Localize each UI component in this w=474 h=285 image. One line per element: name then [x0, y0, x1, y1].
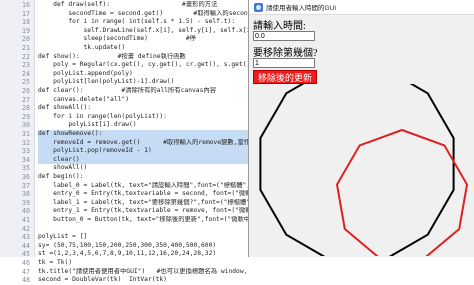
code-line[interactable]: label_1 = Label(tk, text="要移除第幾個?",font=…: [38, 199, 248, 208]
code-line[interactable]: secondTime = second.get() #取得輸入的second變數…: [38, 10, 248, 19]
code-line[interactable]: polyList[len(polyList)-1].draw(): [38, 78, 248, 87]
line-number: 24: [22, 69, 30, 78]
code-line[interactable]: poly = Regular(cx.get(), cy.get(), cr.ge…: [38, 61, 248, 70]
code-line[interactable]: def clear(): #清除所有的all所有canvas內容: [38, 87, 248, 96]
code-line[interactable]: sy= (50,75,100,150,200,250,300,350,400,5…: [38, 242, 248, 251]
line-number: 30: [22, 121, 30, 130]
time-entry[interactable]: 0.0: [253, 31, 315, 41]
line-number: 18: [22, 18, 30, 27]
line-number: 31: [22, 130, 30, 138]
remove-label: 要移除第幾個?: [253, 48, 318, 59]
line-number: 38: [22, 190, 30, 199]
line-number: 39: [22, 198, 30, 207]
code-line[interactable]: button_0 = Button(tk, text="移除後的更新",font…: [38, 216, 248, 225]
code-line[interactable]: st =(1,2,3,4,5,6,7,8,9,10,11,12,16,20,24…: [38, 250, 248, 259]
line-number: 26: [22, 87, 30, 95]
tk-feather-icon: [254, 2, 263, 12]
code-line[interactable]: polyList.append(poly): [38, 70, 248, 79]
line-number: 48: [22, 276, 30, 285]
tk-window[interactable]: 請使用者輸入時間的GUI 請輸入時間: 0.0 要移除第幾個? 1 移除後的更新: [248, 0, 474, 257]
code-line[interactable]: def showRemove():: [38, 130, 248, 139]
code-line[interactable]: for i in range( int(self.s * 1.5) - self…: [38, 18, 248, 27]
code-editor[interactable]: 16 17 18 19 20 21 22 23 24 25 26 27 28 29 30 31 32 33 34 35…: [0, 0, 248, 284]
line-number: 29: [22, 112, 30, 121]
drawing-canvas: [259, 84, 469, 256]
line-number: 45: [22, 250, 30, 259]
code-line[interactable]: entry_0 = Entry(tk,textvariable = second…: [38, 190, 248, 199]
code-line[interactable]: showAll(): [38, 164, 248, 173]
update-after-remove-button[interactable]: 移除後的更新: [253, 70, 317, 84]
line-number: 25: [22, 78, 30, 87]
window-title: 請使用者輸入時間的GUI: [266, 5, 337, 12]
code-line[interactable]: tk.update(): [38, 44, 248, 53]
code-line[interactable]: polyList.pop(removeId - 1): [38, 147, 248, 156]
window-titlebar[interactable]: 請使用者輸入時間的GUI: [249, 0, 474, 15]
line-number: 35: [22, 164, 30, 173]
black-polygon: [259, 84, 455, 256]
line-number: 42: [22, 224, 30, 233]
line-number: 41: [22, 216, 30, 224]
code-line[interactable]: polyList = []: [38, 233, 248, 242]
code-line[interactable]: for i in range(len(polyList)):: [38, 113, 248, 122]
code-line[interactable]: def showAll():: [38, 104, 248, 113]
code-line[interactable]: self.DrawLine(self.x[i], self.y[i], self…: [38, 27, 248, 36]
line-number: 47: [22, 267, 30, 276]
line-number: 16: [22, 1, 30, 9]
line-number: 44: [22, 241, 30, 250]
line-number: 43: [22, 233, 30, 242]
line-number: 36: [22, 173, 30, 181]
code-line[interactable]: polyList[i].draw(): [38, 121, 248, 130]
code-line[interactable]: sleep(secondTime) #停: [38, 35, 248, 44]
time-label: 請輸入時間:: [253, 21, 306, 32]
code-line[interactable]: second = DoubleVar(tk) IntVar(tk): [38, 276, 248, 285]
line-number: 21: [22, 44, 30, 52]
line-number: 37: [22, 181, 30, 190]
code-line[interactable]: clear(): [38, 155, 248, 165]
code-line[interactable]: label_0 = Label(tk, text="請設輸入時間",font=(…: [38, 182, 248, 191]
line-number-gutter: 16 17 18 19 20 21 22 23 24 25 26 27 28 29 30 31 32 33 34 35…: [0, 0, 35, 284]
code-line[interactable]: canvas.delete("all"): [38, 96, 248, 105]
line-number: 40: [22, 207, 30, 216]
code-line[interactable]: [38, 225, 248, 234]
red-polygon: [335, 128, 469, 256]
line-number: 17: [22, 9, 30, 18]
code-line[interactable]: def show(): #按畫 define執行函數: [38, 53, 248, 62]
code-line[interactable]: def draw(self): #畫形的方法: [38, 1, 248, 10]
line-number: 23: [22, 61, 30, 70]
line-number: 34: [22, 155, 30, 164]
code-line[interactable]: removeId = remove.get() #取得輸入的remove變數,當…: [38, 138, 248, 148]
line-number: 19: [22, 26, 30, 35]
line-number: 28: [22, 104, 30, 113]
line-number: 20: [22, 35, 30, 44]
line-number: 33: [22, 147, 30, 156]
code-line[interactable]: entry_1 = Entry(tk,textvariable = remove…: [38, 207, 248, 216]
code-line[interactable]: def begin():: [38, 173, 248, 182]
code-line[interactable]: tk = Tk(): [38, 259, 248, 268]
line-number: 22: [22, 52, 30, 61]
line-number: 32: [22, 138, 30, 147]
line-number: 27: [22, 95, 30, 104]
code-line[interactable]: tk.title("請使用者便用者中GUI") #也可以更換標題名為 windo…: [38, 268, 248, 277]
line-number: 46: [22, 259, 30, 267]
remove-entry[interactable]: 1: [253, 58, 315, 68]
